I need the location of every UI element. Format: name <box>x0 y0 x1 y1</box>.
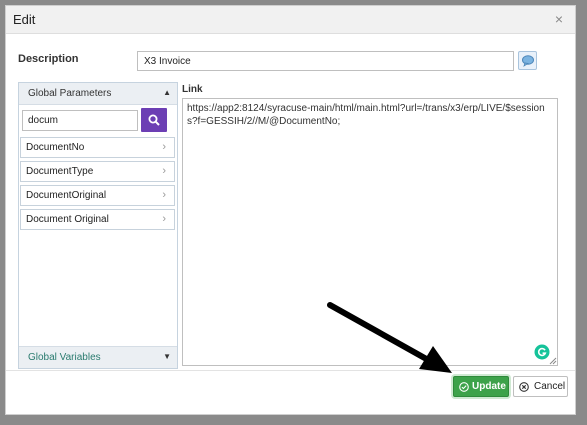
parameter-item-label: DocumentType <box>26 166 94 177</box>
caret-up-icon: ▲ <box>163 88 171 97</box>
footer-divider <box>6 370 575 371</box>
cancel-button-label: Cancel <box>534 381 566 392</box>
caret-down-icon: ▼ <box>163 352 171 361</box>
dialog-title: Edit <box>13 12 36 27</box>
global-variables-header[interactable]: Global Variables ▼ <box>19 346 177 368</box>
chevron-right-icon: › <box>162 165 166 177</box>
parameter-item-label: Document Original <box>26 214 109 225</box>
link-label: Link <box>182 84 203 95</box>
parameter-item-documenttype[interactable]: DocumentType › <box>20 161 175 182</box>
check-circle-icon <box>459 382 469 392</box>
parameters-panel: Global Parameters ▲ DocumentNo › Documen… <box>18 82 178 369</box>
parameter-item-label: DocumentNo <box>26 142 85 153</box>
description-input[interactable] <box>137 51 514 71</box>
chevron-right-icon: › <box>162 141 166 153</box>
global-parameters-header[interactable]: Global Parameters ▲ <box>19 83 177 105</box>
search-icon <box>148 114 160 126</box>
update-button-label: Update <box>472 381 506 392</box>
speech-bubble-icon <box>522 55 534 67</box>
grammarly-icon[interactable] <box>534 344 550 360</box>
global-variables-label: Global Variables <box>28 352 101 363</box>
global-parameters-label: Global Parameters <box>28 88 112 99</box>
parameter-item-label: DocumentOriginal <box>26 190 107 201</box>
x-circle-icon <box>519 382 529 392</box>
chevron-right-icon: › <box>162 189 166 201</box>
edit-dialog: Edit × Description Global Parameters ▲ D… <box>5 5 576 415</box>
search-button[interactable] <box>141 108 167 132</box>
cancel-button[interactable]: Cancel <box>513 376 568 397</box>
resize-grip-icon[interactable] <box>549 357 557 365</box>
dialog-titlebar: Edit × <box>6 6 575 34</box>
close-icon[interactable]: × <box>552 12 566 26</box>
speech-bubble-button[interactable] <box>518 51 537 70</box>
chevron-right-icon: › <box>162 213 166 225</box>
parameter-item-documentoriginal[interactable]: DocumentOriginal › <box>20 185 175 206</box>
link-textarea[interactable]: https://app2:8124/syracuse-main/html/mai… <box>182 98 558 366</box>
update-button[interactable]: Update <box>453 376 509 397</box>
parameter-search-input[interactable] <box>22 110 138 131</box>
description-label: Description <box>18 53 79 65</box>
parameter-item-documentno[interactable]: DocumentNo › <box>20 137 175 158</box>
parameter-item-document-original[interactable]: Document Original › <box>20 209 175 230</box>
